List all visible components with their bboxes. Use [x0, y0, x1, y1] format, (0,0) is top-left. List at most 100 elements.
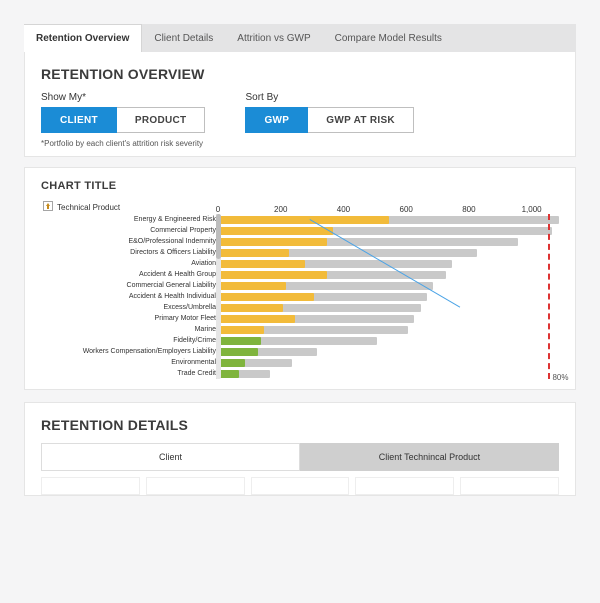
bar-risk [220, 260, 305, 268]
row-bar-area[interactable] [220, 326, 561, 334]
stub-cell [41, 477, 140, 495]
stub-cell [460, 477, 559, 495]
row-label: Environmental [41, 359, 220, 366]
sort-arrow-icon [43, 201, 53, 213]
sort-by-group: Sort By GWPGWP AT RISK [245, 92, 413, 133]
row-bar-area[interactable] [220, 227, 561, 235]
row-label: Trade Credit [41, 370, 220, 377]
stub-cell [146, 477, 245, 495]
row-bar-area[interactable] [220, 271, 561, 279]
category-column-header[interactable]: Technical Product [41, 200, 218, 214]
bar-risk [220, 304, 283, 312]
row-label: Accident & Health Individual [41, 293, 220, 300]
chart-row: Commercial Property [41, 225, 561, 236]
main-tabs: Retention OverviewClient DetailsAttritio… [24, 24, 576, 52]
row-bar-area[interactable] [220, 370, 561, 378]
row-bar-area[interactable] [220, 304, 561, 312]
row-bar-area[interactable] [220, 249, 561, 257]
bar-risk [220, 348, 258, 356]
row-label: Accident & Health Group [41, 271, 220, 278]
bar-risk [220, 227, 333, 235]
retention-overview-panel: RETENTION OVERVIEW Show My* CLIENTPRODUC… [24, 52, 576, 157]
row-label: Aviation [41, 260, 220, 267]
chart-row: Fidelity/Crime [41, 335, 561, 346]
row-label: Commercial Property [41, 227, 220, 234]
chart-row: Energy & Engineered Risk [41, 214, 561, 225]
row-label: Fidelity/Crime [41, 337, 220, 344]
show-my-segmented: CLIENTPRODUCT [41, 107, 205, 133]
bar-risk [220, 315, 295, 323]
sort-by-option-gwp[interactable]: GWP [245, 107, 308, 133]
chart-row: Accident & Health Group [41, 269, 561, 280]
row-bar-area[interactable] [220, 337, 561, 345]
details-subtab-0[interactable]: Client [41, 443, 300, 471]
row-bar-area[interactable] [220, 216, 561, 224]
main-tab-2[interactable]: Attrition vs GWP [225, 24, 322, 52]
main-tab-3[interactable]: Compare Model Results [323, 24, 454, 52]
reference-line [548, 214, 550, 379]
row-label: E&O/Professional Indemnity [41, 238, 220, 245]
sort-by-segmented: GWPGWP AT RISK [245, 107, 413, 133]
bar-risk [220, 282, 286, 290]
bar-risk [220, 337, 261, 345]
details-subtab-1[interactable]: Client Technincal Product [300, 443, 559, 471]
category-column-label: Technical Product [57, 203, 120, 212]
sort-by-label: Sort By [245, 92, 413, 103]
show-my-option-client[interactable]: CLIENT [41, 107, 117, 133]
bar-risk [220, 370, 239, 378]
x-axis: 0 200 400 600 800 1,000 [218, 200, 561, 214]
row-label: Marine [41, 326, 220, 333]
chart-row: Marine [41, 324, 561, 335]
row-bar-area[interactable] [220, 359, 561, 367]
row-bar-area[interactable] [220, 348, 561, 356]
row-label: Energy & Engineered Risk [41, 216, 220, 223]
chart-row: Trade Credit [41, 368, 561, 379]
bar-risk [220, 216, 389, 224]
row-bar-area[interactable] [220, 282, 561, 290]
row-bar-area[interactable] [220, 238, 561, 246]
x-tick: 800 [462, 205, 475, 214]
bar-risk [220, 359, 245, 367]
main-tab-0[interactable]: Retention Overview [24, 24, 142, 52]
details-sub-tabs: ClientClient Technincal Product [41, 443, 559, 471]
x-tick: 200 [274, 205, 287, 214]
x-tick: 400 [337, 205, 350, 214]
row-scrollbar[interactable] [216, 214, 221, 379]
details-grid-stub [41, 477, 559, 495]
row-label: Workers Compensation/Employers Liability [41, 348, 220, 355]
x-tick: 1,000 [522, 205, 542, 214]
chart-row: Aviation [41, 258, 561, 269]
row-label: Directors & Officers Liability [41, 249, 220, 256]
chart-row: E&O/Professional Indemnity [41, 236, 561, 247]
chart-title: CHART TITLE [41, 180, 559, 192]
chart-row: Workers Compensation/Employers Liability [41, 346, 561, 357]
bar-risk [220, 293, 314, 301]
scrollbar-thumb[interactable] [216, 214, 221, 259]
stub-cell [251, 477, 350, 495]
show-my-group: Show My* CLIENTPRODUCT [41, 92, 205, 133]
reference-line-label: 80% [552, 373, 568, 382]
chart-panel: CHART TITLE Technical Product 0 200 400 600… [24, 167, 576, 390]
bar-risk [220, 271, 327, 279]
row-bar-area[interactable] [220, 315, 561, 323]
main-tab-1[interactable]: Client Details [142, 24, 225, 52]
stub-cell [355, 477, 454, 495]
bar-risk [220, 249, 289, 257]
chart-row: Commercial General Liability [41, 280, 561, 291]
retention-details-panel: RETENTION DETAILS ClientClient Techninca… [24, 402, 576, 496]
details-title: RETENTION DETAILS [41, 417, 559, 433]
row-label: Excess/Umbrella [41, 304, 220, 311]
sort-by-option-gwp-at-risk[interactable]: GWP AT RISK [308, 107, 414, 133]
x-tick: 600 [399, 205, 412, 214]
row-label: Commercial General Liability [41, 282, 220, 289]
row-bar-area[interactable] [220, 293, 561, 301]
chart-row: Directors & Officers Liability [41, 247, 561, 258]
overview-title: RETENTION OVERVIEW [41, 66, 559, 82]
show-my-option-product[interactable]: PRODUCT [117, 107, 206, 133]
show-my-label: Show My* [41, 92, 205, 103]
x-tick: 0 [216, 205, 220, 214]
chart-rows: Energy & Engineered Risk Commercial Prope… [41, 214, 561, 379]
controls-footnote: *Portfolio by each client's attrition ri… [41, 139, 559, 148]
bar-risk [220, 238, 327, 246]
chart-row: Accident & Health Individual [41, 291, 561, 302]
